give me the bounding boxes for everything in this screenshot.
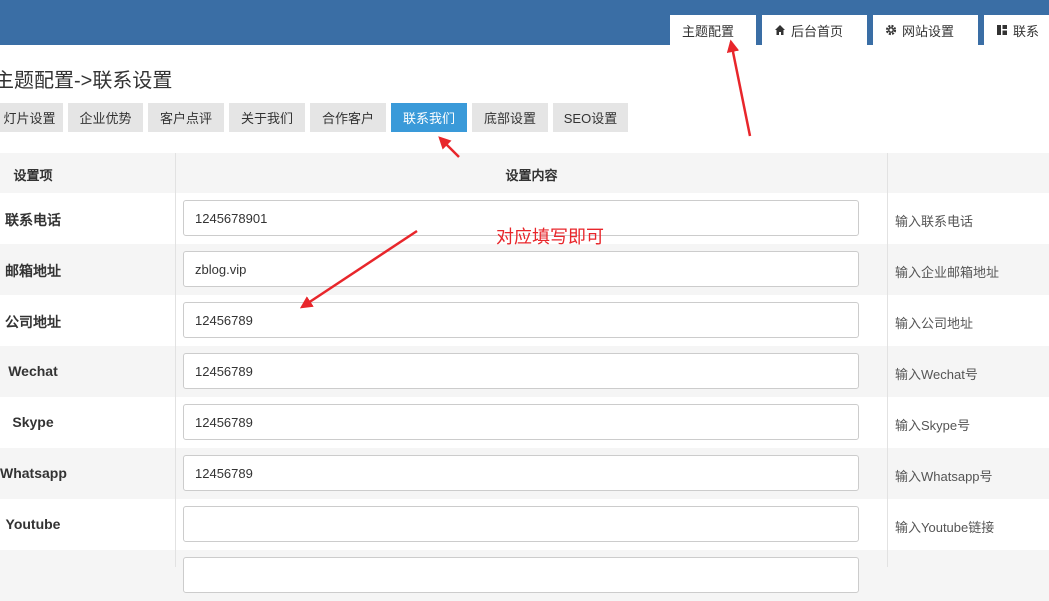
row-label: Whatsapp xyxy=(0,465,67,481)
tab-contact[interactable]: 联系 xyxy=(984,15,1049,45)
tab-admin-home[interactable]: 后台首页 xyxy=(762,15,867,45)
row-label: 邮箱地址 xyxy=(5,263,61,279)
row-hint: 输入公司地址 xyxy=(895,316,974,331)
row-hint: 输入Youtube链接 xyxy=(895,520,995,535)
annotation-text: 对应填写即可 xyxy=(496,227,604,247)
table-row: Skype 12456789 输入Skype号 xyxy=(0,397,1049,448)
table-header: 设置项 设置内容 xyxy=(0,153,1049,193)
home-icon xyxy=(774,24,786,36)
row-label: Youtube xyxy=(5,516,61,532)
column-divider xyxy=(887,153,888,567)
subtab-partners[interactable]: 合作客户 xyxy=(310,103,386,132)
table-row: 公司地址 12456789 输入公司地址 xyxy=(0,295,1049,346)
tab-label: 主题配置 xyxy=(682,23,735,39)
row-hint: 输入联系电话 xyxy=(895,214,974,229)
row-hint: 输入Wechat号 xyxy=(895,367,978,382)
row-label: Skype xyxy=(12,414,54,430)
tab-label: 网站设置 xyxy=(902,23,955,39)
row-label: 公司地址 xyxy=(5,314,61,330)
tab-label: 后台首页 xyxy=(791,23,844,39)
youtube-input[interactable] xyxy=(183,506,859,542)
column-divider xyxy=(175,153,176,567)
layout-icon xyxy=(996,24,1008,36)
table-row: Whatsapp 12456789 输入Whatsapp号 xyxy=(0,448,1049,499)
table-row: 邮箱地址 zblog.vip 输入企业邮箱地址 xyxy=(0,244,1049,295)
row-hint: 输入Skype号 xyxy=(895,418,971,433)
extra-input[interactable] xyxy=(183,557,859,593)
skype-input[interactable]: 12456789 xyxy=(183,404,859,440)
tab-label: 联系 xyxy=(1013,23,1040,39)
table-row: Wechat 12456789 输入Wechat号 xyxy=(0,346,1049,397)
subtab-seo[interactable]: SEO设置 xyxy=(553,103,628,132)
header-setting-content: 设置内容 xyxy=(505,168,558,183)
subtab-advantages[interactable]: 企业优势 xyxy=(68,103,143,132)
subtab-about[interactable]: 关于我们 xyxy=(229,103,305,132)
row-hint: 输入企业邮箱地址 xyxy=(895,265,1000,280)
tab-site-settings[interactable]: 网站设置 xyxy=(873,15,978,45)
subtab-slides[interactable]: 灯片设置 xyxy=(0,103,63,132)
tab-theme-config[interactable]: 主题配置 xyxy=(670,15,756,45)
table-row: Youtube 输入Youtube链接 xyxy=(0,499,1049,550)
row-label: 联系电话 xyxy=(5,212,61,228)
header-setting-item: 设置项 xyxy=(13,168,53,183)
subtab-reviews[interactable]: 客户点评 xyxy=(148,103,224,132)
whatsapp-input[interactable]: 12456789 xyxy=(183,455,859,491)
gear-icon xyxy=(885,24,897,36)
subtab-contact-us[interactable]: 联系我们 xyxy=(391,103,467,132)
row-hint: 输入Whatsapp号 xyxy=(895,469,993,484)
wechat-input[interactable]: 12456789 xyxy=(183,353,859,389)
row-label: Wechat xyxy=(8,363,58,379)
address-input[interactable]: 12456789 xyxy=(183,302,859,338)
subtab-footer[interactable]: 底部设置 xyxy=(472,103,548,132)
table-row xyxy=(0,550,1049,601)
arrow-to-theme-tab xyxy=(726,39,752,137)
top-bar: 主题配置 后台首页 网站设置 联系 xyxy=(0,0,1049,45)
page-title: 主题配置->联系设置 xyxy=(0,70,173,92)
email-input[interactable]: zblog.vip xyxy=(183,251,859,287)
